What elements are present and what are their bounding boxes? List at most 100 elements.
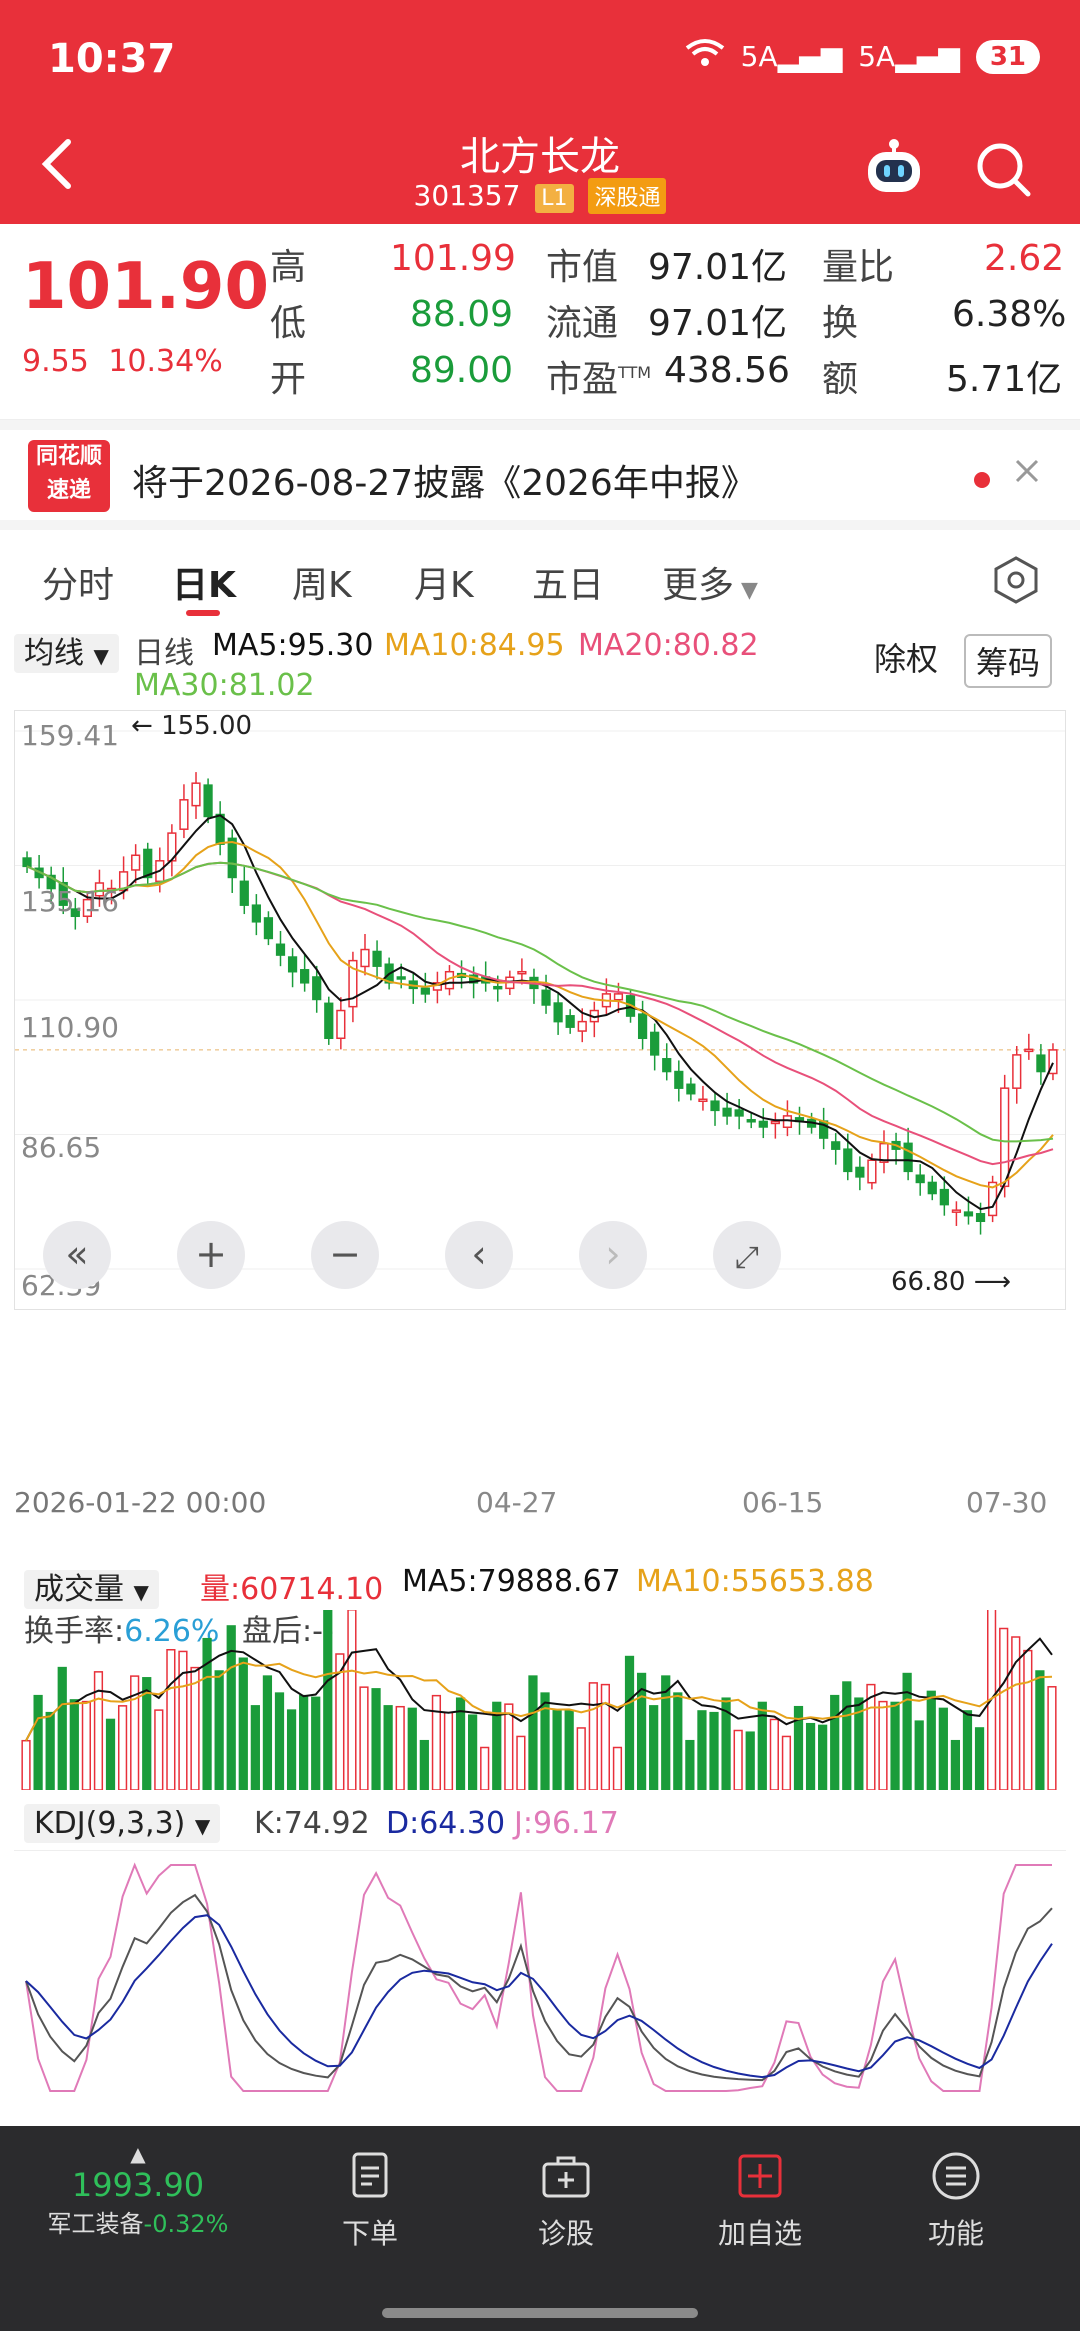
ex-rights-button[interactable]: 除权	[874, 634, 938, 680]
amount-value: 5.71亿	[946, 359, 1063, 400]
x-tick-2: 04-27	[476, 1486, 558, 1519]
index-value: 1993.90	[71, 2166, 205, 2204]
ma-selector[interactable]: 均线 ▼	[14, 628, 119, 673]
signal-icon-1: 5A▂▄▆	[740, 40, 843, 73]
tab-more[interactable]: 更多 ▼	[662, 556, 758, 608]
tab-monthly-k[interactable]: 月K	[414, 556, 474, 608]
volume-bar	[914, 1720, 924, 1791]
ma30-line	[26, 861, 1054, 1143]
volume-bar	[600, 1683, 610, 1791]
candle-body	[939, 1188, 949, 1206]
level-tag: L1	[535, 184, 574, 213]
tab-five-day[interactable]: 五日	[532, 556, 604, 608]
caret-up-icon: ▲	[130, 2142, 146, 2166]
hexagon-settings-icon	[994, 556, 1038, 604]
volume-bar	[383, 1705, 393, 1791]
add-watchlist-button[interactable]: 加自选	[690, 2148, 830, 2252]
diagnose-button[interactable]: 诊股	[496, 2148, 636, 2252]
index-info: 军工装备-0.32%	[47, 2210, 229, 2238]
zoom-out-button[interactable]: −	[311, 1221, 379, 1289]
volume-bar	[286, 1709, 297, 1791]
candle-body	[493, 985, 503, 990]
candle-body	[553, 1002, 563, 1023]
home-indicator	[382, 2308, 698, 2318]
candle-body	[179, 799, 189, 830]
candle-body	[191, 782, 201, 807]
double-chevron-left-icon: «	[65, 1232, 89, 1276]
candle-body	[782, 1115, 793, 1129]
tab-weekly-k[interactable]: 周K	[292, 556, 352, 608]
zoom-out-far-button[interactable]: «	[43, 1221, 111, 1289]
status-bar: 10:37 5A▂▄▆ 5A▂▄▆ 31	[0, 0, 1080, 124]
high-value: 101.99	[390, 238, 516, 279]
volume-bar	[818, 1724, 828, 1791]
candle-body	[927, 1181, 937, 1195]
kdj-k-line	[25, 1893, 1053, 2082]
kdj-svg	[25, 1862, 1053, 2092]
order-button[interactable]: 下单	[300, 2148, 440, 2252]
candle-body	[867, 1159, 877, 1184]
back-button[interactable]	[28, 134, 88, 214]
kdj-chart[interactable]	[14, 1850, 1066, 2110]
fullscreen-button[interactable]: ⤢	[713, 1221, 781, 1289]
kdj-selector[interactable]: KDJ(9,3,3) ▼	[24, 1804, 221, 1843]
index-widget[interactable]: ▲ 1993.90 军工装备-0.32%	[38, 2142, 238, 2239]
volume-chart[interactable]	[14, 1605, 1066, 1791]
notice-bar[interactable]: 同花顺 速递 将于2026-08-27披露《2026年中报》	[0, 420, 1080, 530]
volume-bar	[238, 1657, 248, 1791]
functions-button[interactable]: 功能	[886, 2148, 1026, 2252]
volume-bar	[649, 1705, 659, 1791]
ma20-value: MA20:80.82	[578, 628, 759, 663]
open-label: 开	[270, 359, 307, 400]
chips-button[interactable]: 筹码	[964, 634, 1053, 688]
candle-body	[541, 989, 551, 1006]
float-label: 流通	[546, 303, 619, 344]
x-tick-3: 06-15	[742, 1486, 824, 1519]
unread-dot	[974, 472, 990, 488]
volume-bar	[516, 1735, 526, 1791]
tab-intraday[interactable]: 分时	[42, 556, 114, 608]
search-button[interactable]	[970, 136, 1036, 202]
volume-bar	[697, 1710, 707, 1791]
float-value: 97.01亿	[648, 303, 788, 344]
low-value: 88.09	[410, 294, 514, 335]
y-tick-4: 86.65	[21, 1131, 102, 1164]
period-tabs: 分时 日K 周K 月K 五日 更多 ▼	[0, 530, 1080, 626]
candle-body	[637, 1013, 648, 1040]
volratio-label: 量比	[822, 247, 895, 288]
close-button[interactable]	[1012, 450, 1042, 496]
change-percent: 10.34%	[108, 344, 223, 379]
ai-assistant-button[interactable]	[858, 134, 930, 206]
candle-body	[831, 1141, 841, 1150]
chart-settings-button[interactable]	[990, 554, 1042, 606]
search-icon	[977, 143, 1031, 197]
candle-body	[770, 1120, 780, 1125]
tab-daily-k[interactable]: 日K	[172, 556, 236, 608]
active-tab-indicator	[186, 610, 220, 616]
x-tick-1: 2026-01-22 00:00	[14, 1486, 267, 1519]
volume-bar	[781, 1735, 792, 1791]
ma10-line	[26, 840, 1054, 1189]
volume-bar	[443, 1711, 454, 1791]
candle-body	[963, 1211, 974, 1217]
zoom-in-button[interactable]: +	[177, 1221, 245, 1289]
wifi-icon	[685, 38, 725, 75]
candle-body	[613, 993, 624, 1001]
scroll-right-button[interactable]: ›	[579, 1221, 647, 1289]
volume-selector[interactable]: 成交量 ▼	[24, 1564, 159, 1609]
candle-body	[203, 784, 213, 818]
notice-text: 将于2026-08-27披露《2026年中报》	[132, 463, 757, 504]
volume-bar	[407, 1707, 417, 1791]
volume-bar	[938, 1707, 948, 1791]
candle-body	[360, 948, 370, 968]
volume-bar	[685, 1739, 695, 1791]
kline-chart[interactable]: 159.41 135.16 110.90 86.65 62.39 ← 155.0…	[14, 710, 1066, 1310]
price-change: 9.55 10.34%	[22, 344, 223, 379]
kdj-d-line	[25, 1914, 1053, 2079]
volume-bar	[274, 1692, 285, 1791]
scroll-left-button[interactable]: ‹	[445, 1221, 513, 1289]
candle-body	[975, 1213, 986, 1223]
volume-bar	[1023, 1649, 1033, 1791]
volume-bar	[262, 1675, 273, 1791]
candle-body	[855, 1166, 865, 1178]
